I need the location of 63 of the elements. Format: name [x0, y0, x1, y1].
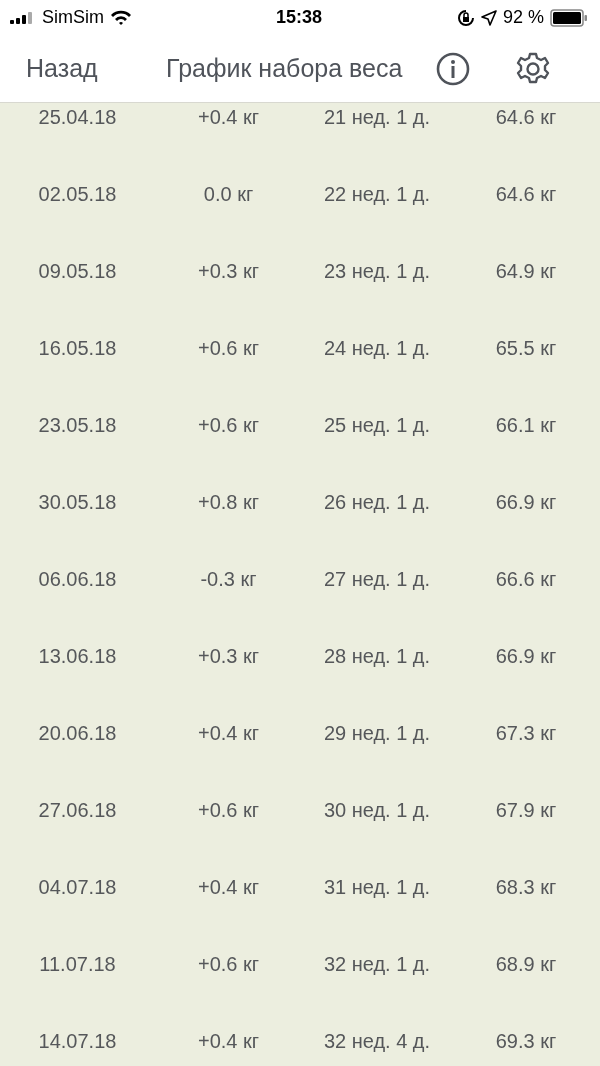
- weight-cell: 69.3 кг: [495, 1030, 557, 1053]
- carrier-name: SimSim: [42, 7, 104, 28]
- gain-cell: +0.4 кг: [197, 876, 260, 899]
- week-cell: 24 нед. 1 д.: [323, 337, 431, 360]
- gain-cell: +0.6 кг: [197, 953, 260, 976]
- date-cell: 20.06.18: [38, 722, 117, 745]
- week-cell: 30 нед. 1 д.: [323, 799, 431, 822]
- week-cell: 32 нед. 4 д.: [323, 1030, 431, 1053]
- weight-cell: 67.9 кг: [495, 799, 557, 822]
- weight-cell: 64.9 кг: [495, 260, 557, 283]
- weight-cell: 68.9 кг: [495, 953, 557, 976]
- back-link[interactable]: Назад: [26, 54, 166, 83]
- date-cell: 06.06.18: [38, 568, 117, 591]
- date-cell: 04.07.18: [38, 876, 117, 899]
- gain-cell: +0.4 кг: [197, 1030, 260, 1053]
- gain-cell: +0.8 кг: [197, 491, 260, 514]
- date-cell: 14.07.18: [38, 1030, 117, 1053]
- weight-cell: 64.6 кг: [495, 106, 557, 129]
- week-cell: 32 нед. 1 д.: [323, 953, 431, 976]
- weight-cell: 66.9 кг: [495, 491, 557, 514]
- settings-icon[interactable]: [516, 51, 550, 86]
- weight-cell: 68.3 кг: [495, 876, 557, 899]
- week-cell: 22 нед. 1 д.: [323, 183, 431, 206]
- weight-cell: 66.9 кг: [495, 645, 557, 668]
- gain-cell: -0.3 кг: [200, 568, 257, 591]
- gain-cell: +0.6 кг: [197, 799, 260, 822]
- gain-cell: +0.3 кг: [197, 645, 260, 668]
- battery-percent: 92 %: [503, 7, 544, 28]
- date-cell: 25.04.18: [38, 106, 117, 129]
- week-cell: 23 нед. 1 д.: [323, 260, 431, 283]
- date-cell: 13.06.18: [38, 645, 117, 668]
- date-cell: 27.06.18: [38, 799, 117, 822]
- wifi-icon: [110, 9, 132, 26]
- weight-cell: 67.3 кг: [495, 722, 557, 745]
- week-cell: 25 нед. 1 д.: [323, 414, 431, 437]
- week-cell: 21 нед. 1 д.: [323, 106, 431, 129]
- weight-cell: 64.6 кг: [495, 183, 557, 206]
- battery-icon: [550, 8, 588, 27]
- date-cell: 23.05.18: [38, 414, 117, 437]
- date-cell: 09.05.18: [38, 260, 117, 283]
- date-cell: 11.07.18: [39, 953, 116, 976]
- date-cell: 02.05.18: [38, 183, 117, 206]
- gain-cell: +0.6 кг: [197, 414, 260, 437]
- screen-title: График набора веса: [166, 54, 404, 83]
- gain-cell: +0.6 кг: [197, 337, 260, 360]
- gain-cell: +0.4 кг: [197, 106, 260, 129]
- week-cell: 29 нед. 1 д.: [323, 722, 431, 745]
- week-cell: 27 нед. 1 д.: [323, 568, 431, 591]
- gain-cell: +0.3 кг: [197, 260, 260, 283]
- info-icon[interactable]: [436, 51, 470, 86]
- rotation-lock-icon: [457, 8, 475, 27]
- gain-cell: +0.4 кг: [197, 722, 260, 745]
- gain-cell: 0.0 кг: [203, 183, 254, 206]
- weight-cell: 66.6 кг: [495, 568, 557, 591]
- location-arrow-icon: [481, 9, 497, 26]
- date-cell: 30.05.18: [38, 491, 117, 514]
- weight-cell: 66.1 кг: [495, 414, 557, 437]
- date-cell: 16.05.18: [38, 337, 117, 360]
- week-cell: 26 нед. 1 д.: [323, 491, 431, 514]
- clock-time: 15:38: [276, 7, 323, 28]
- week-cell: 31 нед. 1 д.: [323, 876, 431, 899]
- weight-cell: 65.5 кг: [495, 337, 557, 360]
- week-cell: 28 нед. 1 д.: [323, 645, 431, 668]
